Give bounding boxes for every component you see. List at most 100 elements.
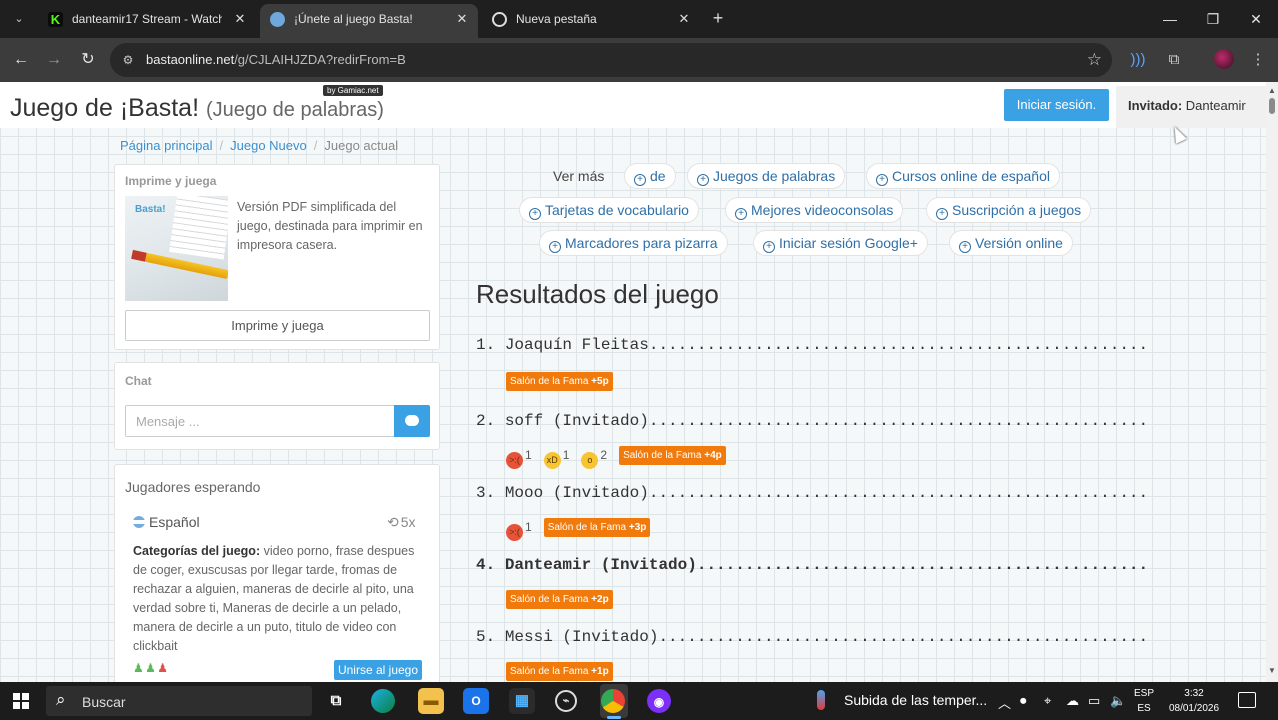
hall-of-fame-badge[interactable]: Salón de la Fama +4p — [619, 446, 726, 465]
login-button[interactable]: Iniciar sesión. — [1004, 89, 1109, 121]
print-and-play-button[interactable]: Imprime y juega — [125, 310, 430, 341]
player-icon: ♟ — [157, 661, 168, 675]
close-icon[interactable]: ✕ — [454, 10, 470, 28]
tab-search-chevron-icon[interactable]: ⌄ — [8, 9, 30, 29]
result-player-name[interactable]: Danteamir (Invitado) — [505, 556, 697, 574]
chrome-icon[interactable] — [601, 689, 625, 713]
site-title[interactable]: Juego de ¡Basta! (Juego de palabras) — [10, 94, 384, 123]
hall-of-fame-badge[interactable]: Salón de la Fama +5p — [506, 372, 613, 391]
app-circle-icon[interactable]: ⌁ — [555, 690, 577, 712]
chip-online-version[interactable]: + Versión online — [949, 230, 1073, 256]
gamiac-badge[interactable]: by Gamiac.net — [323, 85, 383, 96]
chip-vocab-cards[interactable]: + Tarjetas de vocabulario — [519, 197, 699, 223]
page-scrollbar[interactable]: ▲ ▼ — [1266, 82, 1278, 682]
chip-google-login[interactable]: + Iniciar sesión Google+ — [753, 230, 928, 256]
result-row: 4. Danteamir (Invitado).................… — [476, 556, 1146, 574]
tray-microphone-icon[interactable]: ⏺ — [1020, 693, 1027, 709]
task-view-icon[interactable]: ⧉ — [323, 688, 349, 714]
kick-icon: K — [48, 12, 63, 27]
scroll-up-arrow-icon[interactable]: ▲ — [1268, 86, 1276, 95]
forward-arrow-icon[interactable]: → — [43, 49, 65, 71]
system-clock[interactable]: 3:32 08/01/2026 — [1164, 686, 1224, 716]
wow-emoji-icon[interactable]: o — [581, 451, 599, 469]
result-rank: 3. — [476, 484, 496, 502]
chat-bubble-icon — [405, 415, 419, 426]
result-player-name[interactable]: Mooo (Invitado) — [505, 484, 649, 502]
tab-new-tab[interactable]: Nueva pestaña ✕ — [482, 5, 700, 34]
minimize-icon[interactable]: — — [1159, 8, 1181, 30]
result-badges: Salón de la Fama +5p — [506, 372, 613, 392]
chat-message-input[interactable] — [125, 405, 395, 437]
chip-de[interactable]: + de — [624, 163, 676, 189]
extensions-puzzle-icon[interactable]: ⧉ — [1164, 50, 1184, 70]
hall-of-fame-badge[interactable]: Salón de la Fama +2p — [506, 590, 613, 609]
basta-logo: Basta! — [135, 204, 166, 215]
store-icon[interactable]: ▦ — [509, 688, 535, 714]
profile-avatar[interactable] — [1214, 49, 1234, 69]
result-dots: ........................................… — [648, 484, 1146, 502]
menu-kebab-icon[interactable]: ⋮ — [1248, 50, 1268, 70]
result-player-name[interactable]: Joaquín Fleitas — [505, 336, 649, 354]
address-bar[interactable]: ⚙ bastaonline.net/g/CJLAIHJZDA?redirFrom… — [110, 43, 1112, 77]
tray-network-icon[interactable]: ▭ — [1088, 693, 1100, 709]
tray-chevron-up-icon[interactable]: ︿ — [998, 693, 1011, 712]
file-explorer-icon[interactable]: ▬ — [418, 688, 444, 714]
restore-icon[interactable]: ❐ — [1202, 8, 1224, 30]
hall-of-fame-badge[interactable]: Salón de la Fama +3p — [543, 518, 651, 537]
windows-start-icon[interactable] — [13, 693, 29, 709]
angry-emoji-icon[interactable]: >:( — [506, 451, 523, 469]
scroll-down-arrow-icon[interactable]: ▼ — [1268, 666, 1276, 675]
bookmark-star-icon[interactable]: ☆ — [1087, 50, 1102, 70]
chat-send-button[interactable] — [394, 405, 430, 437]
weather-text[interactable]: Subida de las temper... — [844, 692, 987, 708]
laugh-emoji-icon[interactable]: xD — [543, 451, 561, 469]
result-player-name[interactable]: Messi (Invitado) — [505, 628, 659, 646]
chip-word-games[interactable]: + Juegos de palabras — [687, 163, 846, 189]
back-arrow-icon[interactable]: ← — [10, 49, 32, 71]
result-dots: ........................................… — [648, 336, 1146, 354]
result-player-name[interactable]: soff (Invitado) — [505, 412, 649, 430]
chip-spanish-courses[interactable]: + Cursos online de español — [866, 163, 1060, 189]
tab-kick-stream[interactable]: K danteamir17 Stream - Watch Li ✕ — [38, 5, 256, 34]
tray-volume-icon[interactable]: 🔈 — [1110, 693, 1126, 709]
tab-title: danteamir17 Stream - Watch Li — [72, 12, 222, 26]
angry-emoji-icon[interactable]: >:( — [506, 523, 523, 541]
print-game-image[interactable]: Basta! — [125, 196, 228, 301]
taskbar-search[interactable]: ⌕ Buscar — [46, 686, 312, 716]
chip-game-subscription[interactable]: + Suscripción a juegos — [926, 197, 1092, 223]
tab-basta-active[interactable]: ¡Únete al juego Basta! ✕ — [260, 4, 478, 38]
discord-icon[interactable]: ◉ — [647, 689, 671, 713]
chip-whiteboard-markers[interactable]: + Marcadores para pizarra — [539, 230, 728, 256]
close-icon[interactable]: ✕ — [232, 10, 248, 28]
plus-circle-icon: + — [959, 241, 971, 253]
print-description: Versión PDF simplificada del juego, dest… — [237, 200, 423, 252]
reload-icon[interactable]: ↻ — [77, 49, 99, 71]
plus-circle-icon: + — [936, 208, 948, 220]
close-icon[interactable]: ✕ — [676, 10, 692, 28]
window-close-icon[interactable]: ✕ — [1245, 8, 1267, 30]
site-info-icon[interactable]: ⚙ — [120, 52, 136, 68]
chip-best-consoles[interactable]: + Mejores videoconsolas — [725, 197, 904, 223]
scrollbar-thumb[interactable] — [1269, 98, 1275, 114]
tray-location-icon[interactable]: ⌖ — [1044, 693, 1051, 709]
result-rank: 4. — [476, 556, 496, 574]
result-dots: ........................................… — [658, 628, 1146, 646]
join-game-button[interactable]: Unirse al juego — [334, 660, 422, 680]
waiting-players-panel: Jugadores esperando Español ⟲ 5x Categorí… — [114, 464, 440, 682]
reaction-count: 1 — [525, 519, 532, 534]
notification-icon[interactable] — [1238, 692, 1256, 708]
new-tab-plus-icon[interactable]: + — [708, 8, 728, 28]
edge-icon[interactable] — [371, 689, 395, 713]
breadcrumb-new-game[interactable]: Juego Nuevo — [230, 138, 307, 153]
extension-wave-icon[interactable]: ))) — [1128, 50, 1148, 70]
guest-user-box[interactable]: Invitado: Danteamir — [1116, 86, 1266, 128]
tray-cloud-icon[interactable]: ☁ — [1066, 693, 1079, 709]
result-dots: ........................................… — [696, 556, 1146, 574]
hall-of-fame-badge[interactable]: Salón de la Fama +1p — [506, 662, 613, 681]
language-indicator[interactable]: ESP ES — [1134, 686, 1154, 716]
breadcrumb-home[interactable]: Página principal — [120, 138, 213, 153]
clock-date: 08/01/2026 — [1168, 703, 1220, 714]
outlook-icon[interactable]: O — [463, 688, 489, 714]
result-badges: Salón de la Fama +2p — [506, 590, 613, 610]
site-title-main: Juego de ¡Basta! — [10, 94, 200, 122]
